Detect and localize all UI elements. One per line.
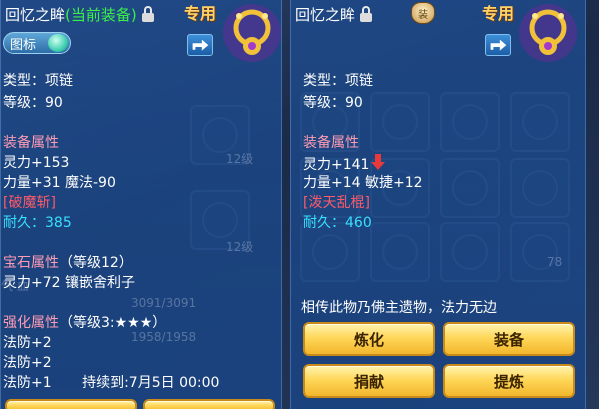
icon-toggle-label: 图标 (10, 37, 37, 53)
share-icon[interactable] (485, 34, 511, 56)
donate-label: 捐献 (353, 372, 384, 391)
enhance-line: 法防+2 (3, 335, 52, 351)
type-line: 类型：项链 (3, 73, 73, 89)
level-line: 等级：90 (303, 95, 363, 111)
extract-button[interactable]: 提炼 (443, 364, 575, 398)
item-name: 回忆之眸 (5, 5, 66, 24)
attr-line: 灵力+141 (303, 154, 386, 174)
level-line: 等级：90 (3, 95, 63, 111)
attr-line: 力量+31 魔法-90 (3, 175, 116, 191)
action-button[interactable] (5, 399, 137, 409)
type-line: 类型：项链 (303, 73, 373, 89)
gem-attr-line: 宝石属性（等级12） (3, 254, 133, 272)
enhance-level: （等级3:★★★） (59, 315, 167, 331)
attr-line: 力量+14 敏捷+12 (303, 175, 423, 191)
attr-line: 灵力+153 (3, 155, 70, 171)
durability-label: 耐久： (303, 215, 345, 231)
exclusive-label: 专用 (184, 4, 217, 23)
gem-line: 灵力+72 镶嵌舍利子 (3, 275, 135, 291)
lock-icon[interactable] (359, 6, 373, 22)
faint-hp-value: 3091/3091 (131, 296, 197, 310)
stat-decrease-icon (371, 154, 386, 172)
enhance-attr-header: 强化属性 (3, 315, 59, 331)
durability-line: 耐久：460 (303, 214, 372, 232)
gem-level: （等级12） (59, 255, 133, 271)
refine-label: 炼化 (353, 330, 384, 349)
enhance-line: 法防+2 (3, 355, 52, 371)
durability-value: 460 (345, 215, 372, 231)
refine-button[interactable]: 炼化 (303, 322, 435, 356)
equip-attr-header: 装备属性 (303, 135, 359, 151)
durability-value: 385 (45, 215, 72, 231)
faint-level-text: 12级 (226, 152, 254, 166)
special-effect: [泼天乱棍] (303, 195, 370, 211)
equipped-tag: (当前装备) (65, 5, 137, 24)
necklace-icon (519, 4, 577, 62)
icon-toggle-button[interactable]: 图标 (3, 32, 71, 54)
equip-attr-header: 装备属性 (3, 135, 59, 151)
extract-label: 提炼 (493, 372, 524, 391)
faint-mp-value: 1958/1958 (131, 330, 197, 344)
item-title: 回忆之眸 (295, 4, 373, 24)
item-title: 回忆之眸 (当前装备) (5, 4, 155, 24)
faint-count-text: 78 (547, 255, 563, 269)
durability-line: 耐久：385 (3, 214, 72, 232)
faint-level-text: 12级 (226, 240, 254, 254)
necklace-icon (223, 4, 281, 62)
orb-icon (48, 34, 68, 52)
attr-value: 灵力+141 (303, 157, 370, 173)
item-tooltip: 78 回忆之眸 装 专用 类型：项链 等级：90 装备属性 灵力+141 力量+… (290, 0, 586, 409)
exclusive-label: 专用 (482, 4, 515, 23)
action-button[interactable] (143, 399, 275, 409)
enhance-line: 法防+1 (3, 375, 52, 391)
enhance-duration: 持续到:7月5日 00:00 (82, 375, 220, 391)
gem-attr-header: 宝石属性 (3, 255, 59, 271)
durability-label: 耐久： (3, 215, 45, 231)
equipped-item-tooltip: 12级 12级 气 血 3091/3091 1958/1958 回忆之眸 (当前… (0, 0, 282, 409)
lock-icon[interactable] (141, 6, 155, 22)
donate-button[interactable]: 捐献 (303, 364, 435, 398)
bag-icon[interactable]: 装 (411, 2, 435, 24)
item-name: 回忆之眸 (295, 5, 356, 24)
special-effect: [破魔斩] (3, 195, 56, 211)
enhance-attr-line: 强化属性（等级3:★★★） (3, 314, 166, 332)
equip-label: 装备 (493, 330, 524, 349)
equip-button[interactable]: 装备 (443, 322, 575, 356)
share-icon[interactable] (187, 34, 213, 56)
enhance-duration-line: 法防+1 持续到:7月5日 00:00 (3, 374, 219, 392)
flavor-text: 相传此物乃佛主遗物，法力无边 (301, 300, 497, 316)
